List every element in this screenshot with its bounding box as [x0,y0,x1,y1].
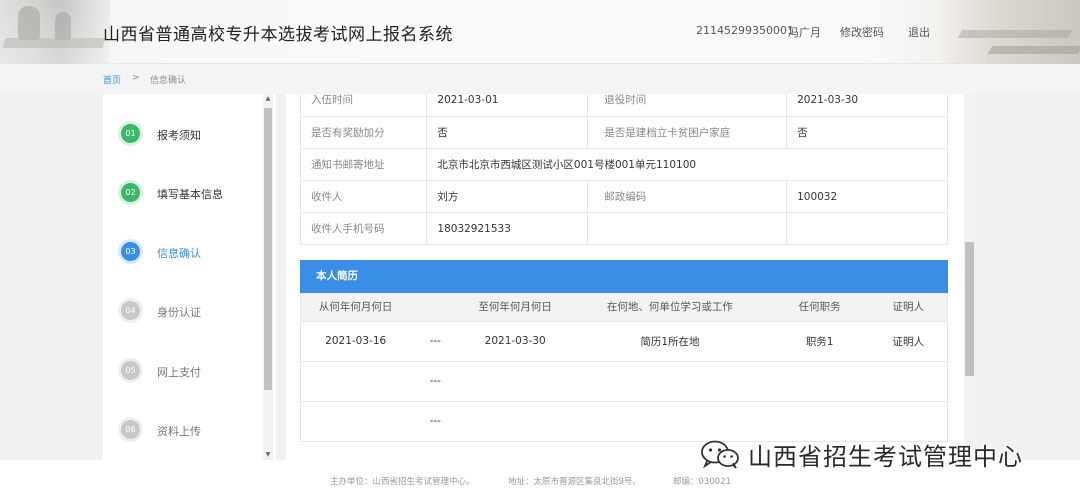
step-item-3[interactable]: 03 信息确认 [121,242,271,262]
user-id: 21145299350001 [696,24,794,37]
step-label: 网上支付 [157,366,201,379]
table-row: 是否有奖励加分 否 是否是建档立卡贫困户家庭 否 [299,116,948,149]
step-label: 填写基本信息 [157,188,223,201]
table-row: 2021-03-16 --- 2021-03-30 简历1所在地 职务1 证明人 [300,321,948,362]
table-header-row: 从何年何月何日 至何年何月何日 在何地、何单位学习或工作 任何职务 证明人 [300,293,948,322]
field-value: 否 [426,116,589,149]
table-cell [769,401,870,442]
table-cell [460,401,571,442]
field-value: 2021-03-01 [426,94,589,117]
scroll-down-arrow-icon[interactable]: ▼ [263,450,273,460]
field-label: 收件人 [299,180,428,213]
table-cell [769,361,870,402]
table-cell: --- [410,321,461,362]
step-item-4[interactable]: 04 身份认证 [121,301,271,321]
breadcrumb: 首页 > 信息确认 [0,64,1080,94]
table-cell: 2021-03-30 [460,321,571,362]
step-label: 信息确认 [157,247,201,260]
step-label: 资料上传 [157,425,201,438]
field-value: 北京市北京市西城区测试小区001号楼001单元110100 [426,148,948,181]
main-scrollbar[interactable] [964,94,976,460]
watermark-text: 山西省招生考试管理中心 [748,442,1023,471]
resume-section-header: 本人简历 [300,260,948,293]
breadcrumb-current: 信息确认 [150,76,187,86]
table-cell [460,361,571,402]
footer-organizer: 主办单位：山西省招生考试管理中心。 [330,477,475,487]
breadcrumb-separator: > [132,73,140,83]
table-row: 收件人 刘方 邮政编码 100032 [299,180,948,213]
column-header: 至何年何月何日 [460,293,571,322]
table-row: 入伍时间 2021-03-01 退役时间 2021-03-30 [299,94,948,117]
footer-zipcode: 邮编：030021 [673,477,731,487]
step-number-badge: 05 [121,361,140,380]
table-cell: 证明人 [869,321,948,362]
step-item-6[interactable]: 06 资料上传 [121,420,271,440]
step-number-badge: 03 [121,242,140,261]
column-header: 从何年何月何日 [300,293,411,322]
column-header: 在何地、何单位学习或工作 [570,293,770,322]
system-title: 山西省普通高校专升本选拔考试网上报名系统 [103,25,453,45]
wechat-watermark: 山西省招生考试管理中心 [700,436,1023,472]
table-cell [869,401,948,442]
field-value: 刘方 [426,180,589,213]
field-label: 是否是建档立卡贫困户家庭 [587,116,788,149]
step-sidebar: 01 报考须知 02 填写基本信息 03 信息确认 04 身份认证 05 网上支… [103,94,276,460]
field-label: 收件人手机号码 [299,212,428,245]
step-number-badge: 04 [121,301,140,320]
field-value: 100032 [786,180,948,213]
table-row: --- [300,401,948,442]
table-cell [300,401,411,442]
table-cell: 2021-03-16 [300,321,411,362]
table-cell [570,361,770,402]
change-password-link[interactable]: 修改密码 [840,24,884,40]
step-item-1[interactable]: 01 报考须知 [121,124,271,144]
sidebar-scrollbar-thumb[interactable] [264,108,272,390]
main-content: 入伍时间 2021-03-01 退役时间 2021-03-30 是否有奖励加分 … [286,94,976,460]
table-row: 通知书邮寄地址 北京市北京市西城区测试小区001号楼001单元110100 [299,148,948,181]
field-value: 2021-03-30 [786,94,948,117]
table-cell: 职务1 [769,321,870,362]
table-row: --- [300,361,948,402]
scroll-up-arrow-icon[interactable]: ▲ [263,94,273,104]
field-label: 邮政编码 [587,180,788,213]
table-cell: --- [410,361,461,402]
column-header [410,293,461,322]
field-label: 通知书邮寄地址 [299,148,428,181]
table-row: 收件人手机号码 18032921533 [299,212,948,245]
column-header: 任何职务 [769,293,870,322]
step-label: 报考须知 [157,129,201,142]
wechat-icon [701,440,739,469]
step-label: 身份认证 [157,306,201,319]
footer-address: 地址：太原市晋源区集良北街9号。 [508,477,641,487]
header-banner-photo-right [940,0,1080,64]
table-cell [570,401,770,442]
field-value [786,212,948,245]
table-cell [869,361,948,402]
column-header: 证明人 [869,293,948,322]
top-header: 山西省普通高校专升本选拔考试网上报名系统 21145299350001 冯广月 … [0,0,1080,64]
field-value: 18032921533 [426,212,589,245]
field-value: 否 [786,116,948,149]
field-label [587,212,788,245]
step-number-badge: 02 [121,183,140,202]
step-number-badge: 01 [121,124,140,143]
user-name: 冯广月 [788,26,821,39]
table-cell: --- [410,401,461,442]
field-label: 退役时间 [587,94,788,117]
main-scrollbar-thumb[interactable] [965,242,974,376]
step-item-5[interactable]: 05 网上支付 [121,361,271,381]
info-table: 入伍时间 2021-03-01 退役时间 2021-03-30 是否有奖励加分 … [299,94,948,245]
step-item-2[interactable]: 02 填写基本信息 [121,183,271,203]
field-label: 是否有奖励加分 [299,116,428,149]
step-number-badge: 06 [121,420,140,439]
breadcrumb-home-link[interactable]: 首页 [103,73,121,86]
table-cell [300,361,411,402]
resume-table: 从何年何月何日 至何年何月何日 在何地、何单位学习或工作 任何职务 证明人 20… [300,293,948,442]
table-cell: 简历1所在地 [570,321,770,362]
header-banner-photo [0,0,110,64]
logout-link[interactable]: 退出 [908,24,930,40]
sidebar-scrollbar[interactable]: ▲ ▼ [263,94,273,460]
field-label: 入伍时间 [299,94,428,117]
